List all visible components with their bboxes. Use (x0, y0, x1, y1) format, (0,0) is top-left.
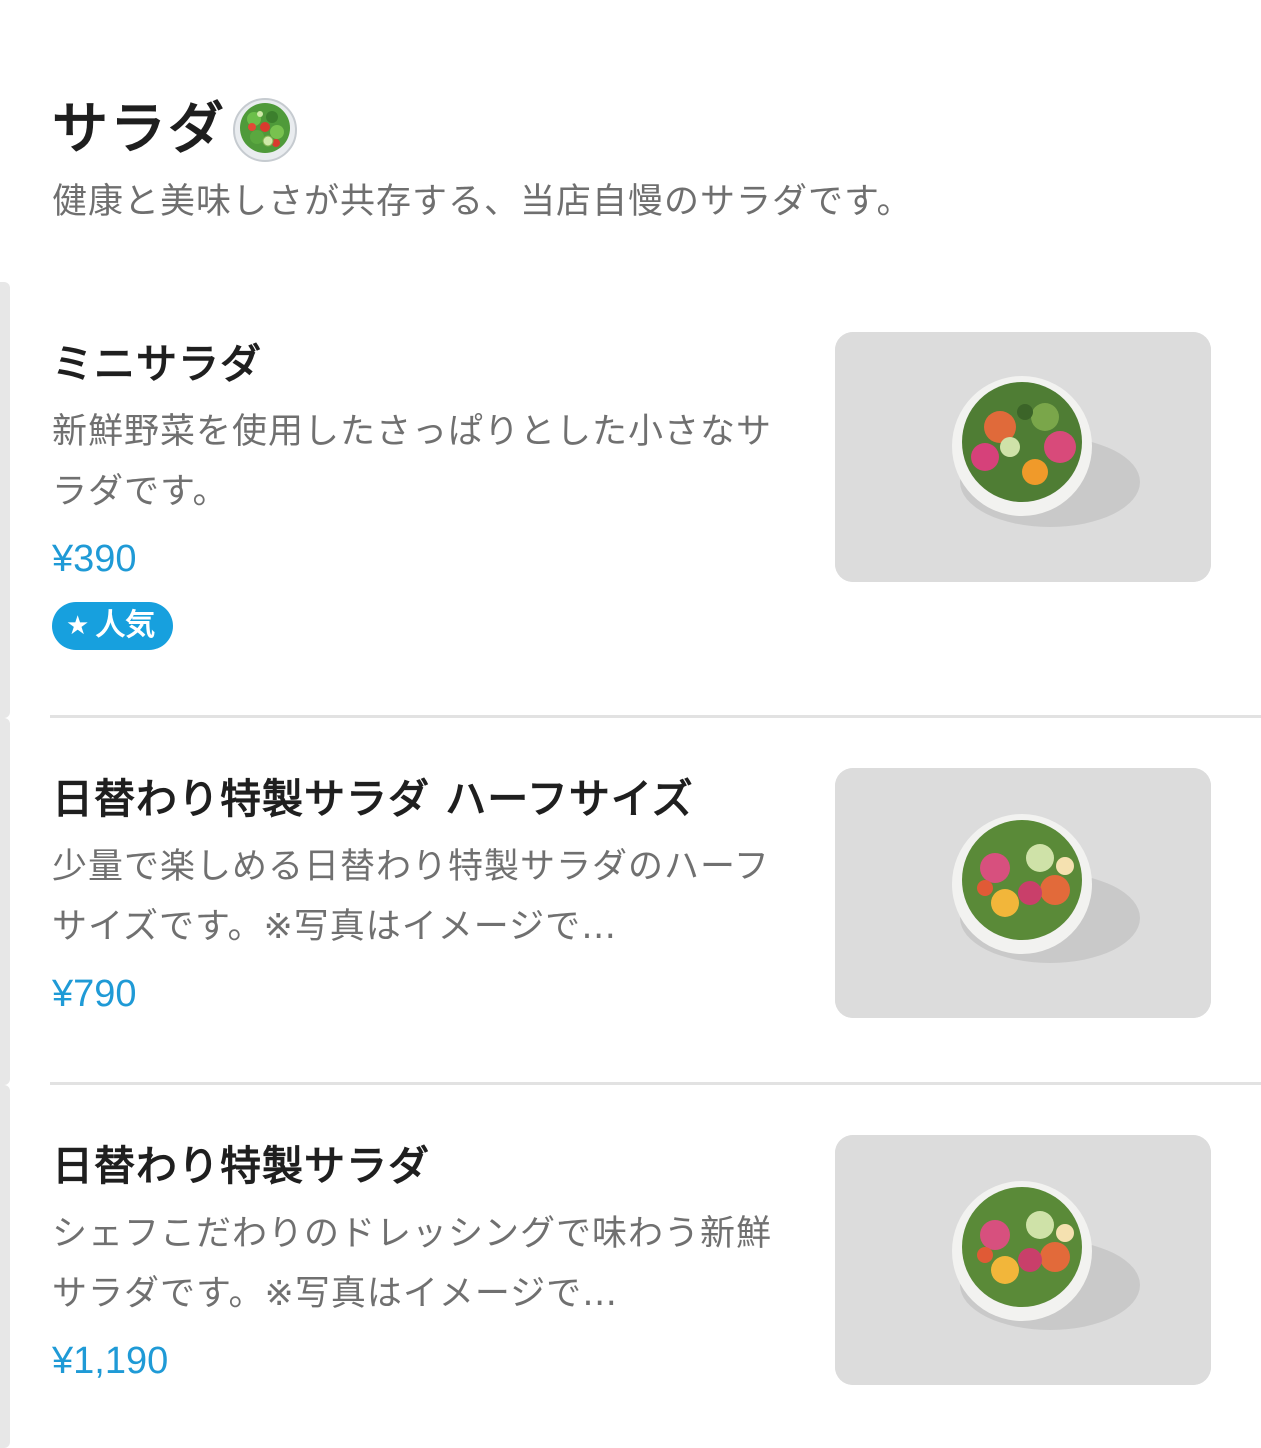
menu-item-list: ミニサラダ 新鮮野菜を使用したさっぱりとした小さなサラダです。 ¥390 ★ 人… (0, 282, 1261, 1448)
item-left-indicator (0, 718, 10, 1085)
salad-bowl-photo (835, 1135, 1211, 1385)
item-left-indicator (0, 282, 10, 718)
menu-item-image[interactable] (835, 332, 1211, 582)
item-left-indicator (0, 1085, 10, 1448)
menu-item-name: 日替わり特製サラダ ハーフサイズ (52, 775, 694, 823)
badge-label: 人気 (95, 608, 156, 643)
menu-item[interactable]: 日替わり特製サラダ シェフこだわりのドレッシングで味わう新鮮サラダです。※写真は… (0, 1085, 1261, 1448)
menu-item-name: 日替わり特製サラダ (52, 1142, 430, 1190)
menu-item-price: ¥390 (52, 538, 137, 580)
popular-badge: ★ 人気 (52, 602, 174, 650)
menu-item[interactable]: 日替わり特製サラダ ハーフサイズ 少量で楽しめる日替わり特製サラダのハーフサイズ… (0, 718, 1261, 1085)
menu-item-name: ミニサラダ (52, 340, 262, 388)
menu-item-image[interactable] (835, 768, 1211, 1018)
green-salad-icon (232, 97, 298, 163)
section-header: サラダ 健康と美味しさが共存する、当店自慢のサラダです。 (52, 92, 1232, 226)
section-title: サラダ (52, 97, 226, 162)
star-icon: ★ (66, 611, 90, 641)
menu-item-price: ¥790 (52, 973, 137, 1015)
menu-item-description: 新鮮野菜を使用したさっぱりとした小さなサラダです。 (52, 412, 773, 512)
menu-item-text: ミニサラダ 新鮮野菜を使用したさっぱりとした小さなサラダです。 ¥390 ★ 人… (52, 336, 802, 650)
menu-item-text: 日替わり特製サラダ ハーフサイズ 少量で楽しめる日替わり特製サラダのハーフサイズ… (52, 771, 802, 1025)
menu-item-text: 日替わり特製サラダ シェフこだわりのドレッシングで味わう新鮮サラダです。※写真は… (52, 1138, 802, 1392)
section-title-row: サラダ (52, 92, 1232, 168)
section-description: 健康と美味しさが共存する、当店自慢のサラダです。 (52, 182, 913, 222)
menu-item[interactable]: ミニサラダ 新鮮野菜を使用したさっぱりとした小さなサラダです。 ¥390 ★ 人… (0, 282, 1261, 718)
menu-item-description: 少量で楽しめる日替わり特製サラダのハーフサイズです。※写真はイメージで… (52, 847, 770, 947)
menu-item-image[interactable] (835, 1135, 1211, 1385)
salad-bowl-photo (835, 332, 1211, 582)
salad-bowl-photo (835, 768, 1211, 1018)
menu-item-price: ¥1,190 (52, 1340, 169, 1382)
menu-item-description: シェフこだわりのドレッシングで味わう新鮮サラダです。※写真はイメージで… (52, 1214, 773, 1314)
